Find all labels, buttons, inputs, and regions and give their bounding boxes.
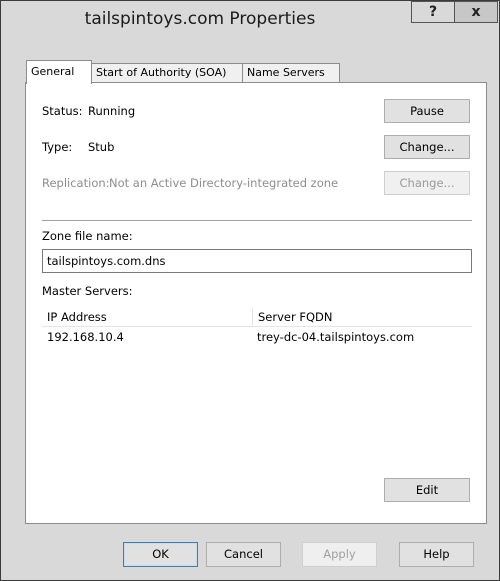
close-icon[interactable]: x [454,1,498,23]
help-button[interactable]: Help [399,542,474,567]
divider [42,220,472,221]
tab-panel-general: Status: Running Pause Type: Stub Change.… [25,82,487,524]
type-label: Type: [42,140,73,154]
master-servers-list[interactable]: IP Address Server FQDN 192.168.10.4 trey… [42,307,472,467]
tab-general[interactable]: General [26,60,92,84]
help-icon[interactable]: ? [411,1,455,23]
column-ip-address[interactable]: IP Address [42,307,252,327]
row-ip-address[interactable]: 192.168.10.4 [47,329,124,345]
cancel-button[interactable]: Cancel [206,542,281,567]
change-replication-button[interactable]: Change... [384,171,470,195]
window-title: tailspintoys.com Properties [84,9,316,29]
properties-dialog: tailspintoys.com Properties ? x General … [0,0,500,581]
type-value: Stub [88,140,115,154]
replication-value: Not an Active Directory-integrated zone [109,176,339,190]
edit-button[interactable]: Edit [384,478,470,502]
pause-button[interactable]: Pause [384,99,470,123]
column-server-fqdn[interactable]: Server FQDN [252,307,472,327]
ok-button[interactable]: OK [123,542,198,567]
replication-label: Replication: [42,176,110,190]
zone-file-input[interactable]: tailspintoys.com.dns [42,249,472,273]
apply-button[interactable]: Apply [302,542,377,567]
status-label: Status: [42,104,83,118]
zone-file-label: Zone file name: [42,229,133,243]
status-value: Running [88,104,136,118]
title-bar[interactable]: tailspintoys.com Properties ? x [1,1,499,37]
row-server-fqdn[interactable]: trey-dc-04.tailspintoys.com [257,329,414,345]
tab-name-servers[interactable]: Name Servers [242,63,340,83]
change-type-button[interactable]: Change... [384,135,470,159]
tab-soa[interactable]: Start of Authority (SOA) [91,63,243,83]
master-servers-label: Master Servers: [42,284,133,298]
